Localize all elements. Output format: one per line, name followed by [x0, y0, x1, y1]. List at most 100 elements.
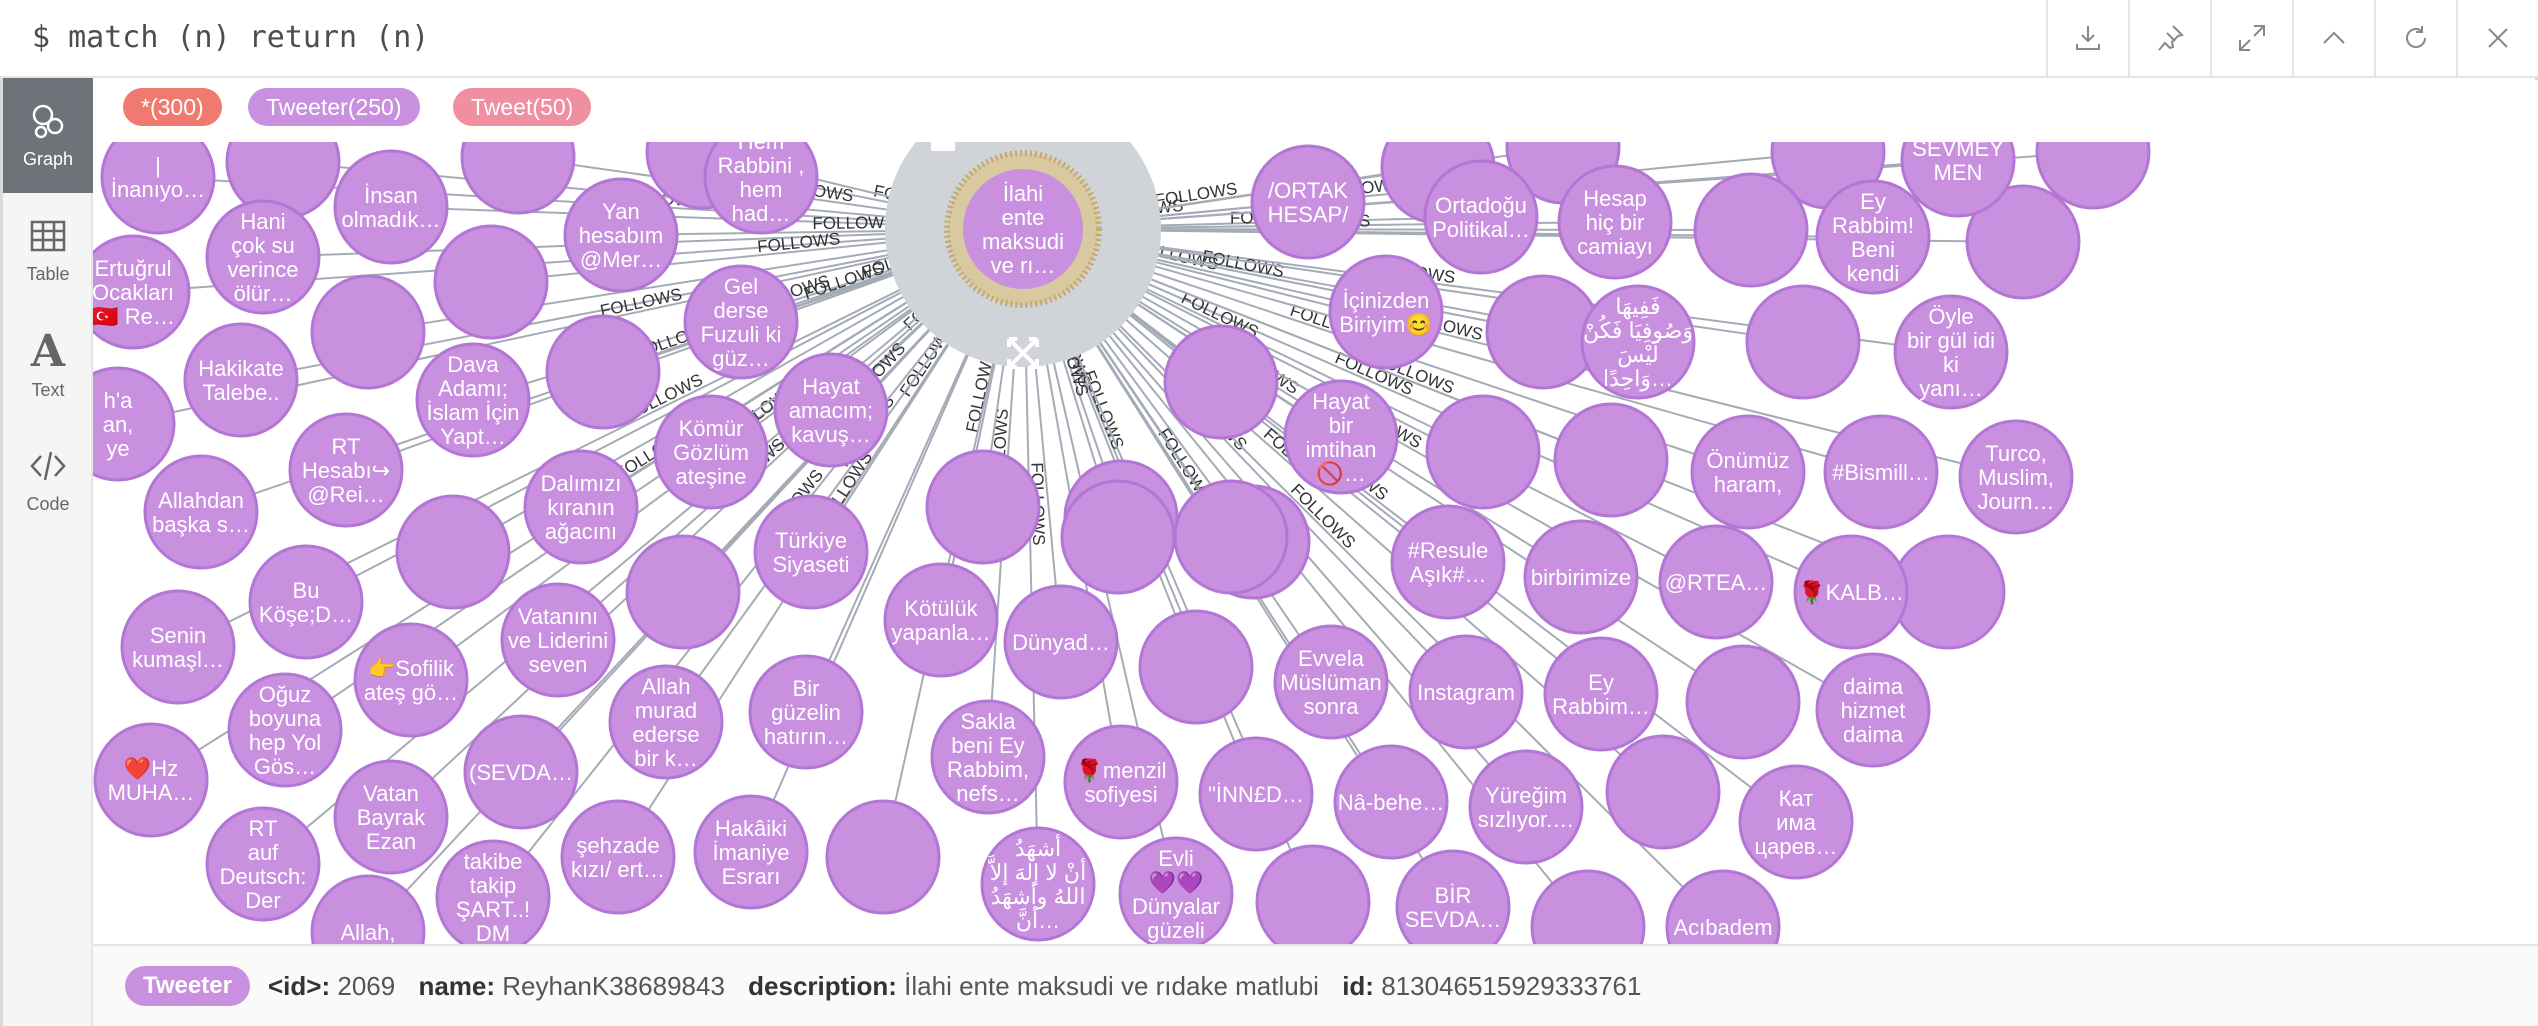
- tweeter-node[interactable]: [460, 142, 576, 215]
- tweeter-node[interactable]: [825, 799, 941, 915]
- tweeter-node[interactable]: 🌹KALB…: [1793, 534, 1909, 650]
- tweeter-node[interactable]: Oğuzboyunahep YolGös…: [227, 672, 343, 788]
- tab-graph[interactable]: Graph: [3, 78, 93, 193]
- tweeter-node[interactable]: HakâikiİmaniyeEsrarı: [693, 794, 809, 910]
- tweeter-node[interactable]: [433, 224, 549, 340]
- tweeter-node[interactable]: [925, 449, 1041, 565]
- tweeter-node[interactable]: [395, 494, 511, 610]
- tweeter-node[interactable]: BİRSEVDA…: [1395, 849, 1511, 944]
- tweeter-node[interactable]: [1138, 609, 1254, 725]
- tweeter-node[interactable]: [1685, 644, 1801, 760]
- tweeter-node[interactable]: Катимацарев…: [1738, 764, 1854, 880]
- tweeter-node[interactable]: [1553, 402, 1669, 518]
- tweeter-node[interactable]: [1745, 284, 1861, 400]
- tweeter-node[interactable]: Kötülükyapanla…: [883, 562, 999, 678]
- tweeter-node[interactable]: ErtuğrulOcakları🇹🇷 Re…: [93, 234, 191, 350]
- tweeter-node[interactable]: RTHesabı↪@Rei…: [288, 412, 404, 528]
- tweeter-node[interactable]: GelderseFuzuli kigüz…: [683, 264, 799, 380]
- tweeter-node[interactable]: Hayatamacım;kavuş…: [773, 352, 889, 468]
- tweeter-node[interactable]: daimahizmetdaima: [1815, 652, 1931, 768]
- tweeter-node[interactable]: DavaAdamı;İslam İçinYapt…: [415, 342, 531, 458]
- tweeter-node[interactable]: [1530, 869, 1646, 944]
- tweeter-node[interactable]: أشهَدُأنْ لا إلهَ إلاَّاللهُ وأشهَدُأنَّ…: [980, 826, 1096, 942]
- unlock-icon[interactable]: [931, 142, 955, 151]
- tweeter-node[interactable]: (SEVDA…: [463, 714, 579, 830]
- tweeter-node[interactable]: /ORTAKHESAP/: [1250, 144, 1366, 260]
- tweeter-node[interactable]: takibetakipŞART..!DM: [435, 839, 551, 944]
- tweeter-node[interactable]: [1255, 844, 1371, 944]
- tweeter-node[interactable]: |İnanıyo…: [100, 142, 216, 235]
- tweeter-node[interactable]: Öylebir gül idikiyanı…: [1893, 294, 2009, 410]
- tweeter-node[interactable]: #ResuleAşık#…: [1390, 504, 1506, 620]
- tweeter-node[interactable]: @RTEA…: [1658, 524, 1774, 640]
- tweeter-node[interactable]: [1890, 534, 2006, 650]
- tweeter-node[interactable]: [310, 274, 426, 390]
- tweeter-node[interactable]: Yüreğimsızlıyor.…: [1468, 749, 1584, 865]
- tweeter-node[interactable]: Acıbadem: [1665, 869, 1781, 944]
- tweeter-node[interactable]: birbirimize: [1523, 519, 1639, 635]
- tweeter-node[interactable]: ❤️HzMUHA…: [93, 722, 209, 838]
- tweeter-node[interactable]: Instagram: [1408, 634, 1524, 750]
- tweeter-node[interactable]: Allah,: [310, 874, 426, 944]
- tweeter-node[interactable]: [1605, 734, 1721, 850]
- tweeter-node[interactable]: [1693, 172, 1809, 288]
- tweeter-node[interactable]: [1163, 324, 1279, 440]
- tweeter-node[interactable]: Önümüzharam,: [1690, 414, 1806, 530]
- tweeter-node[interactable]: Dalımızıkıranınağacını: [523, 449, 639, 565]
- tweeter-node[interactable]: EvvelaMüslümansonra: [1273, 624, 1389, 740]
- rerun-button[interactable]: [2374, 0, 2456, 76]
- tweeter-node[interactable]: h'aan,ye: [93, 366, 176, 482]
- tweeter-node[interactable]: Hesaphiç bircamiayı: [1557, 164, 1673, 280]
- close-button[interactable]: [2456, 0, 2538, 76]
- legend-tweeter[interactable]: Tweeter(250): [248, 88, 420, 126]
- tweeter-node[interactable]: Hayatbirimtihan🚫…: [1283, 379, 1399, 495]
- tweeter-node[interactable]: 🌹menzilsofiyesi: [1063, 724, 1179, 840]
- legend-tweet[interactable]: Tweet(50): [453, 88, 592, 126]
- tweeter-node[interactable]: 👉Sofilikateş gö…: [353, 622, 469, 738]
- tweeter-node[interactable]: EyRabbim…: [1543, 636, 1659, 752]
- tweeter-node[interactable]: Allahmuradedersebir k…: [608, 664, 724, 780]
- tweeter-node[interactable]: [545, 314, 661, 430]
- tweeter-node[interactable]: [1425, 394, 1541, 510]
- tweeter-node[interactable]: İçinizdenBiriyim😊: [1328, 254, 1444, 370]
- tweeter-node[interactable]: OrtadoğuPolitikal…: [1423, 159, 1539, 275]
- tweeter-node[interactable]: şehzadekızı/ ert…: [560, 799, 676, 915]
- pin-button[interactable]: [2128, 0, 2210, 76]
- tweeter-node[interactable]: Allahdanbaşka s…: [143, 454, 259, 570]
- tweeter-node[interactable]: #Bismill…: [1823, 414, 1939, 530]
- tweeter-node[interactable]: RTaufDeutsch:Der: [205, 806, 321, 922]
- tweeter-node[interactable]: HakikateTalebe..: [183, 322, 299, 438]
- graph-svg[interactable]: FOLLOWSFOLLOWS FOLLOWSFOLLOWS FOLLOWSFOLLO…: [93, 142, 2538, 944]
- tweeter-node[interactable]: TürkiyeSiyaseti: [753, 494, 869, 610]
- tweeter-node[interactable]: "İNN£D…: [1198, 736, 1314, 852]
- tweeter-node[interactable]: EyRabbim!Benikendi: [1815, 179, 1931, 295]
- tweeter-node[interactable]: Haniçok suverinceölür…: [205, 199, 321, 315]
- node-type-badge[interactable]: Tweeter: [125, 966, 250, 1006]
- graph-canvas[interactable]: FOLLOWS FOLLOWS FOLLOWS FOLLOWS FOLLOWS FOLLO…: [93, 142, 2538, 944]
- tweeter-node[interactable]: BuKöşe;D…: [248, 544, 364, 660]
- collapse-button[interactable]: [2292, 0, 2374, 76]
- fullscreen-button[interactable]: [2210, 0, 2292, 76]
- tweeter-node[interactable]: Birgüzelinhatırın…: [748, 654, 864, 770]
- tweeter-node[interactable]: [1060, 479, 1176, 595]
- tweeter-node[interactable]: İnsanolmadık…: [333, 149, 449, 265]
- tweeter-node[interactable]: Nâ-behe…: [1333, 744, 1449, 860]
- legend-all-nodes[interactable]: *(300): [123, 88, 222, 126]
- tweeter-node[interactable]: Seninkumaşl…: [120, 589, 236, 705]
- tweeter-node[interactable]: Vatanınıve Lideriniseven: [500, 582, 616, 698]
- tweeter-node[interactable]: Turco,Muslim,Journ…: [1958, 419, 2074, 535]
- tweeter-node[interactable]: Dünyad…: [1003, 584, 1119, 700]
- tweeter-node[interactable]: Yanhesabım@Mer…: [563, 177, 679, 293]
- tweeter-node[interactable]: [1173, 479, 1289, 595]
- tab-table[interactable]: Table: [3, 193, 93, 308]
- download-button[interactable]: [2046, 0, 2128, 76]
- tweeter-node[interactable]: فَفِيهَاوَصُوفِيَا فَكُنْلَيْسَوَاحِدًا…: [1580, 284, 1696, 400]
- tweeter-node[interactable]: KömürGözlümateşine: [653, 394, 769, 510]
- tab-code[interactable]: Code: [3, 423, 93, 538]
- tweeter-node[interactable]: Saklabeni EyRabbim,nefs…: [930, 699, 1046, 815]
- tweeter-node[interactable]: VatanBayrakEzan: [333, 759, 449, 875]
- tab-text[interactable]: A Text: [3, 308, 93, 423]
- tweeter-node[interactable]: Evli💜💜Dünyalargüzeli: [1118, 836, 1234, 944]
- tweeter-node[interactable]: [625, 534, 741, 650]
- query-command[interactable]: $ match (n) return (n): [32, 20, 429, 55]
